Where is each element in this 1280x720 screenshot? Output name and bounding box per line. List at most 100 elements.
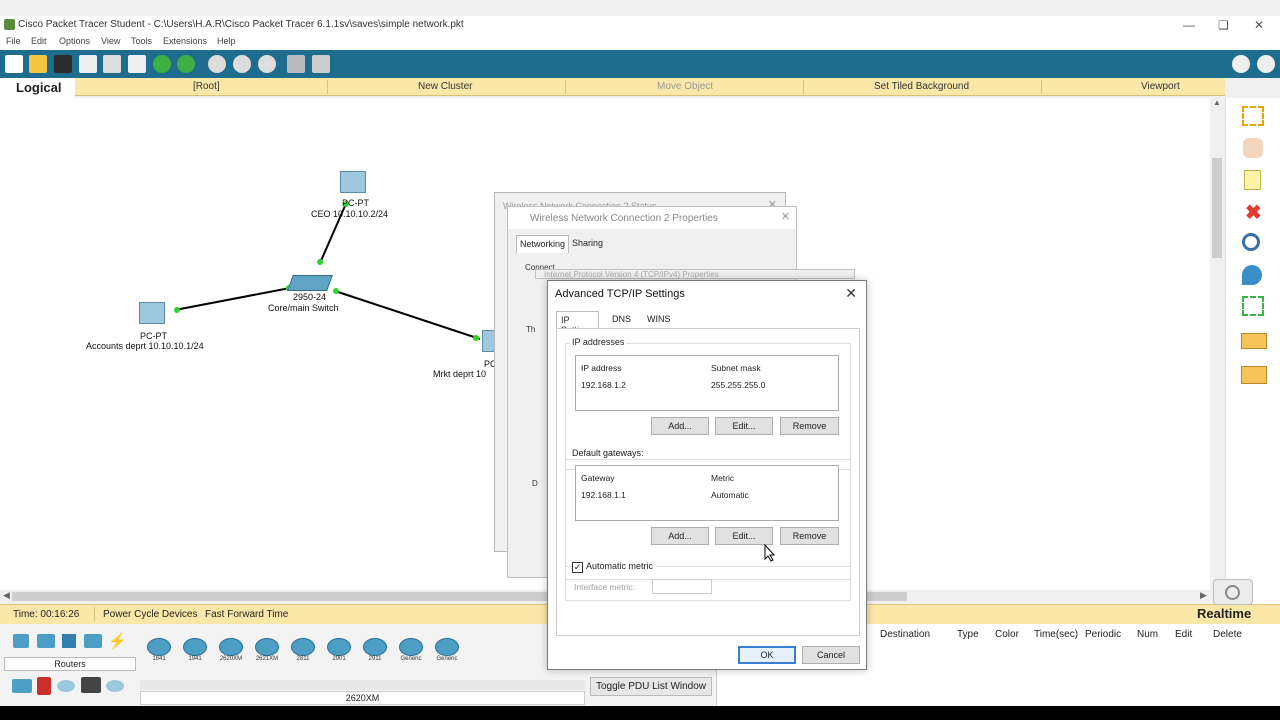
open-folder-icon[interactable]: [29, 55, 47, 73]
category-hubs-icon[interactable]: [62, 634, 76, 648]
resize-shape-icon[interactable]: [1242, 296, 1264, 316]
fast-forward-button[interactable]: Fast Forward Time: [205, 609, 288, 620]
router-generic-2-label: Generic: [436, 656, 458, 662]
col-color: Color: [995, 629, 1019, 640]
gateway-add-button[interactable]: Add...: [651, 527, 709, 545]
activity-wizard-icon[interactable]: [103, 55, 121, 73]
new-cluster-button[interactable]: New Cluster: [418, 81, 472, 92]
ip-remove-button[interactable]: Remove: [780, 417, 839, 435]
zoom-reset-icon[interactable]: [233, 55, 251, 73]
mouse-cursor-icon: [764, 544, 776, 562]
device-list-scrollbar[interactable]: [140, 680, 585, 690]
cancel-button[interactable]: Cancel: [802, 646, 860, 664]
subnet-mask-value[interactable]: 255.255.255.0: [711, 380, 765, 390]
security-icon[interactable]: [37, 677, 51, 695]
help-icon[interactable]: [1257, 55, 1275, 73]
menu-tools[interactable]: Tools: [131, 36, 152, 46]
info-icon[interactable]: [1232, 55, 1250, 73]
title-bar: Cisco Packet Tracer Student - C:\Users\H…: [0, 16, 1280, 34]
metric-value[interactable]: Automatic: [711, 490, 749, 500]
root-button[interactable]: [Root]: [193, 81, 220, 92]
window-title: Cisco Packet Tracer Student - C:\Users\H…: [18, 19, 464, 30]
this-connection-label: Th: [526, 325, 536, 334]
custom-device-icon[interactable]: [312, 55, 330, 73]
vertical-scrollbar[interactable]: ▲: [1210, 98, 1225, 590]
inspect-icon[interactable]: [1242, 233, 1260, 251]
menu-file[interactable]: File: [6, 36, 21, 46]
subnet-mask-header: Subnet mask: [711, 363, 761, 373]
tab-networking[interactable]: Networking: [516, 235, 570, 253]
menu-extensions[interactable]: Extensions: [163, 36, 207, 46]
ip-address-list[interactable]: IP address Subnet mask 192.168.1.2 255.2…: [575, 355, 839, 411]
set-tiled-background-button[interactable]: Set Tiled Background: [874, 81, 969, 92]
toggle-pdu-list-button[interactable]: Toggle PDU List Window: [590, 677, 712, 696]
router-1941-label: 1941: [188, 656, 202, 662]
gateway-remove-button[interactable]: Remove: [780, 527, 839, 545]
gateway-list[interactable]: Gateway Metric 192.168.1.1 Automatic: [575, 465, 839, 521]
category-switches-icon[interactable]: [37, 634, 55, 648]
ip-address-header: IP address: [581, 363, 622, 373]
tab-dns[interactable]: DNS: [608, 311, 635, 329]
ipv4-dialog-title: Internet Protocol Version 4 (TCP/IPv4) P…: [544, 270, 719, 279]
menu-edit[interactable]: Edit: [31, 36, 47, 46]
vertical-scroll-thumb[interactable]: [1212, 158, 1222, 258]
metric-header: Metric: [711, 473, 735, 483]
new-file-icon[interactable]: [5, 55, 23, 73]
custom-devices-icon[interactable]: [81, 677, 101, 693]
select-icon[interactable]: [1242, 106, 1264, 126]
redo-icon[interactable]: [177, 55, 195, 73]
add-complex-pdu-icon[interactable]: [1241, 366, 1267, 384]
ip-add-button[interactable]: Add...: [651, 417, 709, 435]
delete-icon[interactable]: ✖: [1245, 200, 1262, 225]
minimize-icon[interactable]: —: [1183, 18, 1195, 32]
tab-sharing[interactable]: Sharing: [572, 238, 603, 248]
viewport-button[interactable]: Viewport: [1141, 81, 1180, 92]
logical-tab[interactable]: Logical: [0, 78, 75, 98]
category-wireless-icon[interactable]: [84, 634, 102, 648]
power-cycle-button[interactable]: Power Cycle Devices: [103, 609, 197, 620]
router-2811-label: 2811: [296, 656, 310, 662]
zoom-out-icon[interactable]: [258, 55, 276, 73]
menu-help[interactable]: Help: [217, 36, 236, 46]
print-icon[interactable]: [79, 55, 97, 73]
realtime-mode[interactable]: Realtime: [1197, 606, 1251, 621]
realtime-clock-icon[interactable]: [1213, 579, 1253, 605]
close-icon[interactable]: ✕: [1254, 18, 1264, 32]
ceo-pc-icon[interactable]: [340, 171, 366, 193]
category-connections-icon[interactable]: ⚡: [108, 632, 127, 650]
draw-shape-icon[interactable]: [1242, 265, 1262, 285]
add-simple-pdu-icon[interactable]: [1241, 333, 1267, 349]
tab-ip-settings[interactable]: IP Settings: [556, 311, 599, 335]
right-tool-palette: ✖: [1225, 98, 1280, 608]
end-devices-icon[interactable]: [12, 679, 32, 693]
ip-edit-button[interactable]: Edit...: [715, 417, 773, 435]
zoom-in-icon[interactable]: [208, 55, 226, 73]
save-icon[interactable]: [54, 55, 72, 73]
category-routers-icon[interactable]: [13, 634, 29, 648]
switch-icon[interactable]: [287, 275, 333, 291]
gateway-value[interactable]: 192.168.1.1: [581, 490, 626, 500]
mrkt-pc-label: Mrkt deprt 10: [433, 369, 487, 379]
wan-emulation-icon[interactable]: [57, 680, 75, 692]
gateway-edit-button[interactable]: Edit...: [715, 527, 773, 545]
interface-metric-input[interactable]: [652, 579, 712, 594]
properties-dialog-close-icon[interactable]: ✕: [781, 210, 790, 223]
copy-icon[interactable]: [128, 55, 146, 73]
menu-options[interactable]: Options: [59, 36, 90, 46]
automatic-metric-checkbox[interactable]: ✓: [572, 562, 583, 573]
hand-icon[interactable]: [1243, 138, 1263, 158]
interface-metric-label: Interface metric:: [574, 582, 635, 592]
note-icon[interactable]: [1244, 170, 1261, 190]
multiuser-icon[interactable]: [106, 680, 124, 692]
move-object-button[interactable]: Move Object: [657, 81, 713, 92]
menu-view[interactable]: View: [101, 36, 120, 46]
ceo-pc-type: PC-PT: [342, 198, 369, 208]
accounts-pc-icon[interactable]: [139, 302, 165, 324]
palette-icon[interactable]: [287, 55, 305, 73]
maximize-icon[interactable]: ❏: [1218, 18, 1229, 32]
ok-button[interactable]: OK: [738, 646, 796, 664]
dialog-close-icon[interactable]: ✕: [845, 285, 857, 302]
undo-icon[interactable]: [153, 55, 171, 73]
tab-wins[interactable]: WINS: [643, 311, 675, 329]
ip-address-value[interactable]: 192.168.1.2: [581, 380, 626, 390]
